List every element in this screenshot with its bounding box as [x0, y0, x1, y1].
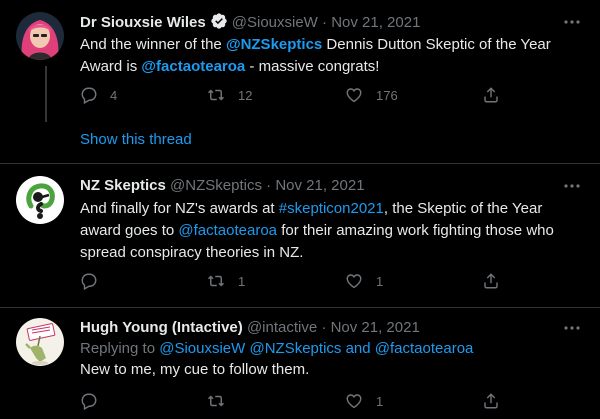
author-handle[interactable]: @NZSkeptics: [170, 177, 262, 194]
mention-factaotearoa[interactable]: @factaotearoa: [141, 58, 245, 75]
tweet-text-line: And finally for NZ's awards at #skeptico…: [80, 198, 580, 220]
share-button[interactable]: [482, 390, 500, 412]
author-name[interactable]: Dr Siouxsie Wiles: [80, 14, 206, 31]
replying-and[interactable]: and: [341, 340, 374, 357]
show-thread-link[interactable]: Show this thread: [80, 130, 192, 150]
tweet-text: New to me, my cue to follow them.: [80, 359, 580, 381]
more-icon[interactable]: [562, 318, 582, 338]
text-segment: for their amazing work fighting those wh…: [277, 222, 554, 239]
tweet-intactive[interactable]: Hugh Young (Intactive) @intactive · Nov …: [0, 308, 600, 419]
tweet-actions: 1: [80, 390, 520, 412]
text-segment: New to me, my cue to follow them.: [80, 361, 310, 378]
replying-to: Replying to @SiouxsieW @NZSkeptics and @…: [80, 339, 473, 359]
reply-button[interactable]: [80, 270, 110, 292]
reply-icon: [81, 87, 97, 104]
tweet-text-line: Award is @factaotearoa - massive congrat…: [80, 56, 580, 78]
replying-prefix: Replying to: [80, 340, 160, 357]
avatar-siouxsie[interactable]: [16, 12, 64, 60]
text-segment: And the winner of the: [80, 36, 226, 53]
retweet-button[interactable]: 1: [206, 270, 245, 292]
share-button[interactable]: [482, 270, 500, 292]
more-icon[interactable]: [562, 176, 582, 196]
tweet-nzskeptics[interactable]: NZ Skeptics @NZSkeptics · Nov 21, 2021 A…: [0, 164, 600, 308]
mention-factaotearoa[interactable]: @factaotearoa: [178, 222, 277, 239]
retweet-button[interactable]: [206, 390, 238, 412]
text-segment: Award is: [80, 58, 142, 75]
separator-dot: ·: [322, 14, 328, 31]
text-segment: , the Skeptic of the Year: [383, 200, 543, 217]
tweet-text: And finally for NZ's awards at #skeptico…: [80, 198, 580, 264]
tweet-header: NZ Skeptics @NZSkeptics · Nov 21, 2021: [80, 176, 365, 196]
avatar-intactive[interactable]: [16, 318, 64, 366]
text-segment: - massive congrats!: [245, 58, 380, 75]
tweet-siouxsie[interactable]: Dr Siouxsie Wiles @SiouxsieW · Nov 21, 20…: [0, 0, 600, 164]
share-icon: [484, 393, 498, 409]
tweet-text-line: award goes to @factaotearoa for their am…: [80, 220, 580, 242]
reply-button[interactable]: 4: [80, 84, 117, 106]
share-button[interactable]: [482, 84, 500, 106]
text-segment: Dennis Dutton Skeptic of the Year: [322, 36, 551, 53]
retweet-count: 12: [238, 87, 253, 103]
tweet-text-line: spread conspiracy theories in NZ.: [80, 242, 580, 264]
tweet-text-line: And the winner of the @NZSkeptics Dennis…: [80, 34, 580, 56]
tweet-header: Dr Siouxsie Wiles @SiouxsieW · Nov 21, 20…: [80, 12, 420, 36]
retweet-button[interactable]: 12: [206, 84, 252, 106]
mention-nzskeptics[interactable]: @NZSkeptics: [226, 36, 322, 53]
like-button[interactable]: 176: [344, 84, 398, 106]
tweet-date[interactable]: Nov 21, 2021: [331, 319, 420, 336]
thread-line: [45, 66, 47, 122]
retweet-icon: [207, 275, 225, 287]
share-icon: [484, 273, 498, 289]
mention-nzskeptics[interactable]: @NZSkeptics: [249, 340, 341, 357]
heart-icon: [346, 274, 362, 289]
mention-siouxsiew[interactable]: @SiouxsieW: [159, 340, 245, 357]
author-handle[interactable]: @intactive: [247, 319, 317, 336]
reply-icon: [81, 273, 97, 290]
tweet-date[interactable]: Nov 21, 2021: [275, 177, 364, 194]
more-icon[interactable]: [562, 12, 582, 32]
tweet-actions: 1 1: [80, 270, 520, 292]
like-count: 1: [376, 273, 384, 289]
avatar-nzskeptics[interactable]: [16, 176, 64, 224]
retweet-icon: [207, 395, 225, 407]
reply-button[interactable]: [80, 390, 110, 412]
hashtag-skepticon2021[interactable]: #skepticon2021: [279, 200, 384, 217]
tweet-text: And the winner of the @NZSkeptics Dennis…: [80, 34, 580, 78]
heart-icon: [346, 88, 362, 103]
author-name[interactable]: NZ Skeptics: [80, 177, 166, 194]
text-segment: spread conspiracy theories in NZ.: [80, 244, 304, 261]
tweet-text-line: New to me, my cue to follow them.: [80, 359, 580, 381]
retweet-icon: [207, 89, 225, 101]
reply-count: 4: [110, 87, 118, 103]
like-count: 176: [376, 87, 398, 103]
tweet-actions: 4 12 176: [80, 84, 520, 106]
mention-factaotearoa[interactable]: @factaotearoa: [375, 340, 474, 357]
author-name[interactable]: Hugh Young (Intactive): [80, 319, 243, 336]
retweet-count: 1: [238, 273, 246, 289]
verified-badge-icon: [210, 12, 228, 36]
separator-dot: ·: [266, 177, 272, 194]
like-button[interactable]: 1: [344, 390, 383, 412]
separator-dot: ·: [321, 319, 327, 336]
tweet-header: Hugh Young (Intactive) @intactive · Nov …: [80, 318, 420, 338]
like-button[interactable]: 1: [344, 270, 383, 292]
heart-icon: [346, 394, 362, 409]
like-count: 1: [376, 393, 384, 409]
author-handle[interactable]: @SiouxsieW: [232, 14, 318, 31]
text-segment: award goes to: [80, 222, 179, 239]
tweet-date[interactable]: Nov 21, 2021: [331, 14, 420, 31]
text-segment: And finally for NZ's awards at: [80, 200, 279, 217]
reply-icon: [81, 393, 97, 410]
share-icon: [484, 87, 498, 103]
